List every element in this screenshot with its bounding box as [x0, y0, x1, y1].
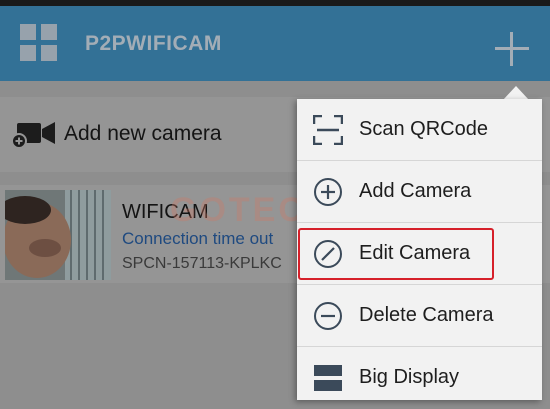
add-circle-icon	[314, 178, 342, 206]
remove-circle-icon	[314, 302, 342, 330]
menu-item-scan-qrcode[interactable]: Scan QRCode	[297, 99, 542, 161]
edit-camera-highlight	[298, 228, 494, 280]
menu-item-label: Big Display	[359, 366, 460, 388]
camera-uid: SPCN-157113-KPLKC	[122, 255, 282, 272]
menu-item-label: Add Camera	[359, 180, 472, 202]
add-new-camera-label: Add new camera	[64, 122, 222, 145]
camera-thumbnail[interactable]	[5, 190, 111, 280]
scan-qrcode-icon	[313, 115, 343, 145]
camera-status: Connection time out	[122, 229, 274, 248]
big-display-icon	[314, 365, 342, 391]
menu-item-label: Delete Camera	[359, 304, 494, 326]
add-camera-icon	[11, 122, 55, 149]
app-bar-dimmer	[0, 6, 550, 81]
menu-item-label: Scan QRCode	[359, 118, 488, 140]
menu-item-add-camera[interactable]: Add Camera	[297, 161, 542, 223]
app-bar: P2PWIFICAM	[0, 6, 550, 81]
popup-arrow	[503, 86, 529, 100]
menu-item-delete-camera[interactable]: Delete Camera	[297, 285, 542, 347]
